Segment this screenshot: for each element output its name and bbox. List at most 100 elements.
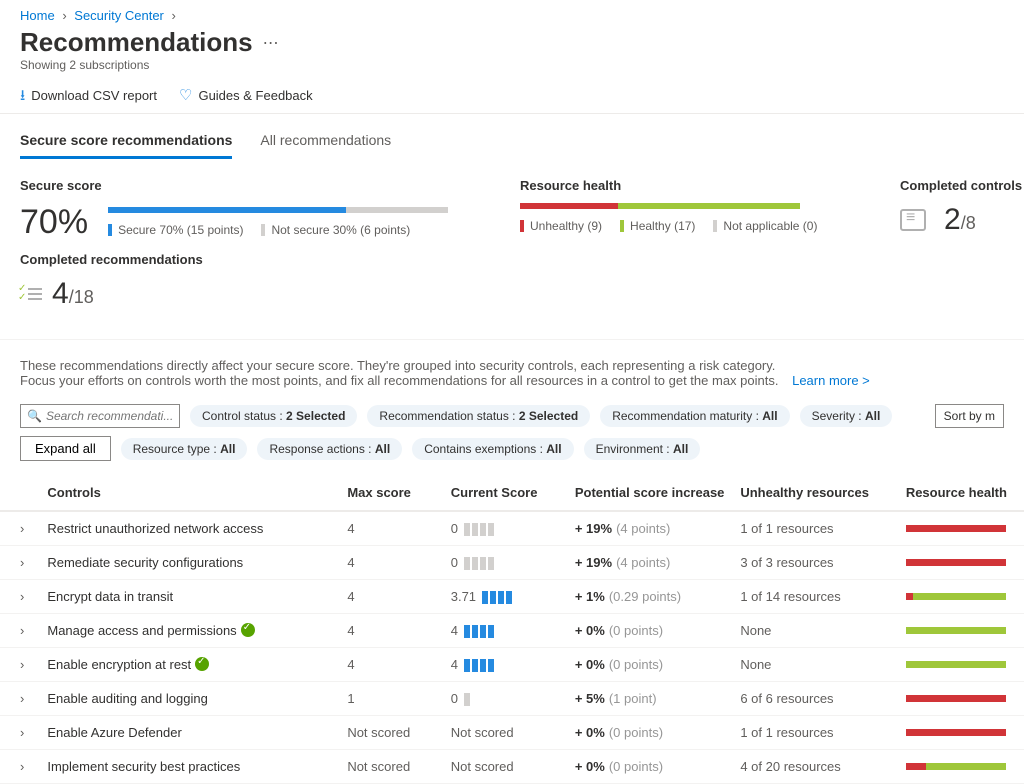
secure-score-bar [108, 207, 448, 213]
list-icon [900, 209, 926, 231]
score-bar-icon [464, 693, 470, 706]
expand-row-icon[interactable]: › [0, 580, 41, 614]
tabs: Secure score recommendations All recomme… [0, 114, 1024, 160]
filter-severity[interactable]: Severity : All [800, 405, 893, 427]
potential-increase-cell: + 0%(0 points) [569, 614, 734, 648]
control-name: Enable Azure Defender [41, 716, 341, 750]
download-icon: ⭳ [20, 88, 25, 103]
tab-secure-score[interactable]: Secure score recommendations [20, 132, 232, 159]
filter-exemptions[interactable]: Contains exemptions : All [412, 438, 573, 460]
filter-response-actions[interactable]: Response actions : All [257, 438, 402, 460]
filter-resource-type[interactable]: Resource type : All [121, 438, 248, 460]
resource-health-bar [520, 203, 800, 209]
search-box[interactable]: 🔍 [20, 404, 180, 428]
resource-health-bar [906, 559, 1006, 566]
max-score-cell: 4 [341, 511, 444, 546]
potential-increase-cell: + 19%(4 points) [569, 546, 734, 580]
legend-unhealthy: Unhealthy (9) [520, 219, 602, 233]
max-score-cell: 4 [341, 614, 444, 648]
tab-all-recommendations[interactable]: All recommendations [260, 132, 391, 159]
max-score-cell: Not scored [341, 716, 444, 750]
page-subtitle: Showing 2 subscriptions [0, 58, 1024, 82]
table-row[interactable]: ›Remediate security configurations40+ 19… [0, 546, 1024, 580]
control-name: Encrypt data in transit [41, 580, 341, 614]
expand-row-icon[interactable]: › [0, 682, 41, 716]
legend-na: Not applicable (0) [713, 219, 817, 233]
col-max-score[interactable]: Max score [341, 475, 444, 511]
current-score-cell: 0 [445, 682, 569, 716]
col-potential[interactable]: Potential score increase [569, 475, 734, 511]
table-row[interactable]: ›Restrict unauthorized network access40+… [0, 511, 1024, 546]
unhealthy-resources-cell: None [734, 614, 899, 648]
unhealthy-resources-cell: 1 of 1 resources [734, 716, 899, 750]
guides-feedback-button[interactable]: ♡ Guides & Feedback [179, 88, 313, 103]
description-line2: Focus your efforts on controls worth the… [20, 373, 778, 388]
download-csv-button[interactable]: ⭳ Download CSV report [20, 88, 157, 103]
secure-score-bar-fill [108, 207, 346, 213]
download-csv-label: Download CSV report [31, 88, 157, 103]
resource-health-bar [906, 729, 1006, 736]
col-current-score[interactable]: Current Score [445, 475, 569, 511]
chevron-right-icon: › [62, 8, 66, 23]
unhealthy-resources-cell: None [734, 648, 899, 682]
expand-row-icon[interactable]: › [0, 614, 41, 648]
completed-controls-value: 2/8 [944, 203, 976, 237]
max-score-cell: 4 [341, 580, 444, 614]
potential-increase-cell: + 5%(1 point) [569, 682, 734, 716]
more-menu-icon[interactable]: ⋯ [263, 33, 279, 53]
sort-by-dropdown[interactable]: Sort by m [935, 404, 1004, 428]
current-score-cell: 0 [445, 546, 569, 580]
expand-row-icon[interactable]: › [0, 546, 41, 580]
col-health[interactable]: Resource health [900, 475, 1024, 511]
expand-row-icon[interactable]: › [0, 716, 41, 750]
potential-increase-cell: + 19%(4 points) [569, 511, 734, 546]
current-score-cell: Not scored [445, 750, 569, 784]
table-row[interactable]: ›Manage access and permissions44+ 0%(0 p… [0, 614, 1024, 648]
secure-score-label: Secure score [20, 178, 460, 193]
filter-control-status[interactable]: Control status : 2 Selected [190, 405, 357, 427]
resource-health-bar [906, 695, 1006, 702]
filter-recommendation-status[interactable]: Recommendation status : 2 Selected [367, 405, 590, 427]
resource-health-cell [900, 750, 1024, 784]
breadcrumb-security-center[interactable]: Security Center [74, 8, 164, 23]
secure-score-percent: 70% [20, 203, 88, 242]
current-score-cell: 3.71 [445, 580, 569, 614]
check-circle-icon [195, 657, 209, 671]
resource-health-cell [900, 580, 1024, 614]
max-score-cell: Not scored [341, 750, 444, 784]
expand-all-button[interactable]: Expand all [20, 436, 111, 461]
table-row[interactable]: ›Enable auditing and logging10+ 5%(1 poi… [0, 682, 1024, 716]
table-row[interactable]: ›Implement security best practicesNot sc… [0, 750, 1024, 784]
expand-row-icon[interactable]: › [0, 648, 41, 682]
resource-health-bar [906, 627, 1006, 634]
control-name: Manage access and permissions [41, 614, 341, 648]
resource-health-bar [906, 763, 1006, 770]
current-score-cell: Not scored [445, 716, 569, 750]
search-input[interactable] [46, 409, 173, 423]
controls-table: Controls Max score Current Score Potenti… [0, 475, 1024, 784]
filter-recommendation-maturity[interactable]: Recommendation maturity : All [600, 405, 789, 427]
col-unhealthy[interactable]: Unhealthy resources [734, 475, 899, 511]
expand-row-icon[interactable]: › [0, 511, 41, 546]
resource-health-label: Resource health [520, 178, 840, 193]
score-bar-icon [464, 557, 494, 570]
learn-more-link[interactable]: Learn more > [792, 373, 870, 388]
unhealthy-resources-cell: 1 of 1 resources [734, 511, 899, 546]
table-row[interactable]: ›Enable Azure DefenderNot scoredNot scor… [0, 716, 1024, 750]
expand-row-icon[interactable]: › [0, 750, 41, 784]
score-bar-icon [464, 523, 494, 536]
potential-increase-cell: + 1%(0.29 points) [569, 580, 734, 614]
breadcrumb-home[interactable]: Home [20, 8, 55, 23]
unhealthy-resources-cell: 6 of 6 resources [734, 682, 899, 716]
table-row[interactable]: ›Enable encryption at rest44+ 0%(0 point… [0, 648, 1024, 682]
completed-recs-label: Completed recommendations [20, 252, 1004, 267]
filter-environment[interactable]: Environment : All [584, 438, 701, 460]
potential-increase-cell: + 0%(0 points) [569, 750, 734, 784]
resource-health-cell [900, 648, 1024, 682]
legend-healthy: Healthy (17) [620, 219, 695, 233]
description: These recommendations directly affect yo… [0, 339, 1024, 402]
table-row[interactable]: ›Encrypt data in transit43.71+ 1%(0.29 p… [0, 580, 1024, 614]
resource-health-cell [900, 614, 1024, 648]
control-name: Implement security best practices [41, 750, 341, 784]
col-controls[interactable]: Controls [41, 475, 341, 511]
